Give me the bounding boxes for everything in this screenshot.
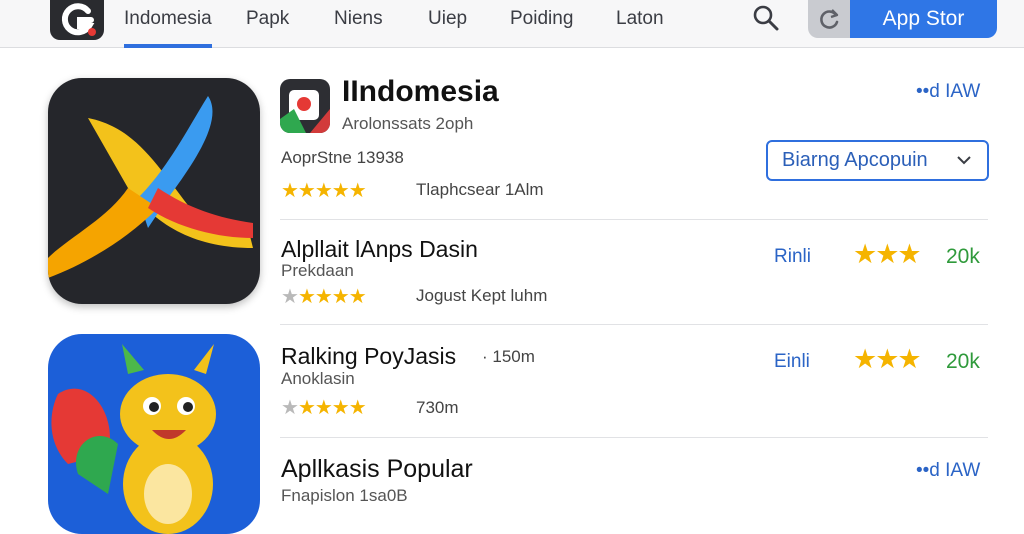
app-row-3-title[interactable]: Apllkasis Popular bbox=[281, 455, 473, 484]
featured-rating-note: Tlaphcsear 1Alm bbox=[416, 180, 544, 199]
active-tab-indicator bbox=[124, 44, 212, 48]
app-row-2-rating-stars: ★★★ bbox=[853, 344, 922, 374]
app-row-1-action[interactable]: Rinli bbox=[774, 246, 811, 268]
app-row-2-icon[interactable] bbox=[48, 334, 260, 534]
chevron-down-icon bbox=[955, 151, 973, 175]
tab-niens[interactable]: Niens bbox=[334, 8, 383, 30]
featured-star-rating: ★★★★★ bbox=[281, 180, 367, 202]
app-row-1-subtitle: Prekdaan bbox=[281, 261, 354, 280]
top-nav-bar: Indomesia Papk Niens Uiep Poiding Laton … bbox=[0, 0, 1024, 48]
app-row-2-star-rating: ★★★★★ bbox=[281, 397, 367, 419]
app-row-2-subtitle: Anoklasin bbox=[281, 369, 355, 388]
featured-link[interactable]: ••d IAW bbox=[916, 81, 980, 103]
divider bbox=[280, 219, 988, 220]
search-icon[interactable] bbox=[752, 4, 780, 37]
tab-uiep[interactable]: Uiep bbox=[428, 8, 467, 30]
app-store-label[interactable]: App Stor bbox=[850, 0, 997, 38]
featured-app-store-line: AoprStne 13938 bbox=[281, 148, 404, 167]
featured-select-value: Biarng Apcopuin bbox=[782, 149, 928, 171]
app-row-1-rating-note: Jogust Kept luhm bbox=[416, 286, 548, 305]
featured-app-icon[interactable] bbox=[48, 78, 260, 304]
tab-laton[interactable]: Laton bbox=[616, 8, 664, 30]
featured-app-small-icon bbox=[280, 79, 330, 133]
featured-select[interactable]: Biarng Apcopuin bbox=[766, 140, 989, 181]
app-row-1-count: 20k bbox=[946, 245, 980, 268]
app-row-1-title[interactable]: Alpllait lAnps Dasin bbox=[281, 236, 478, 263]
app-row-2-title[interactable]: Ralking PoyJasis bbox=[281, 343, 456, 370]
tab-indomesia[interactable]: Indomesia bbox=[124, 8, 212, 30]
tab-papk[interactable]: Papk bbox=[246, 8, 289, 30]
featured-app-title: IIndomesia bbox=[342, 75, 499, 108]
app-row-3-subtitle: Fnapislon 1sa0B bbox=[281, 486, 408, 505]
app-row-2-count: 20k bbox=[946, 350, 980, 373]
app-row-2-size-note: · 150m bbox=[482, 347, 535, 366]
app-row-2-rating-note: 730m bbox=[416, 398, 459, 417]
tab-poiding[interactable]: Poiding bbox=[510, 8, 573, 30]
app-store-button[interactable]: App Stor bbox=[808, 0, 997, 38]
divider bbox=[280, 437, 988, 438]
app-row-3-link[interactable]: ••d IAW bbox=[916, 460, 980, 482]
logo-icon[interactable] bbox=[50, 0, 104, 40]
divider bbox=[280, 324, 988, 325]
app-row-2-action[interactable]: Einli bbox=[774, 351, 810, 373]
refresh-icon[interactable] bbox=[808, 0, 850, 38]
app-row-1-star-rating: ★★★★★ bbox=[281, 286, 367, 308]
app-row-1-rating-stars: ★★★ bbox=[853, 239, 922, 269]
featured-app-developer: Arolonssats 2oph bbox=[342, 114, 474, 133]
